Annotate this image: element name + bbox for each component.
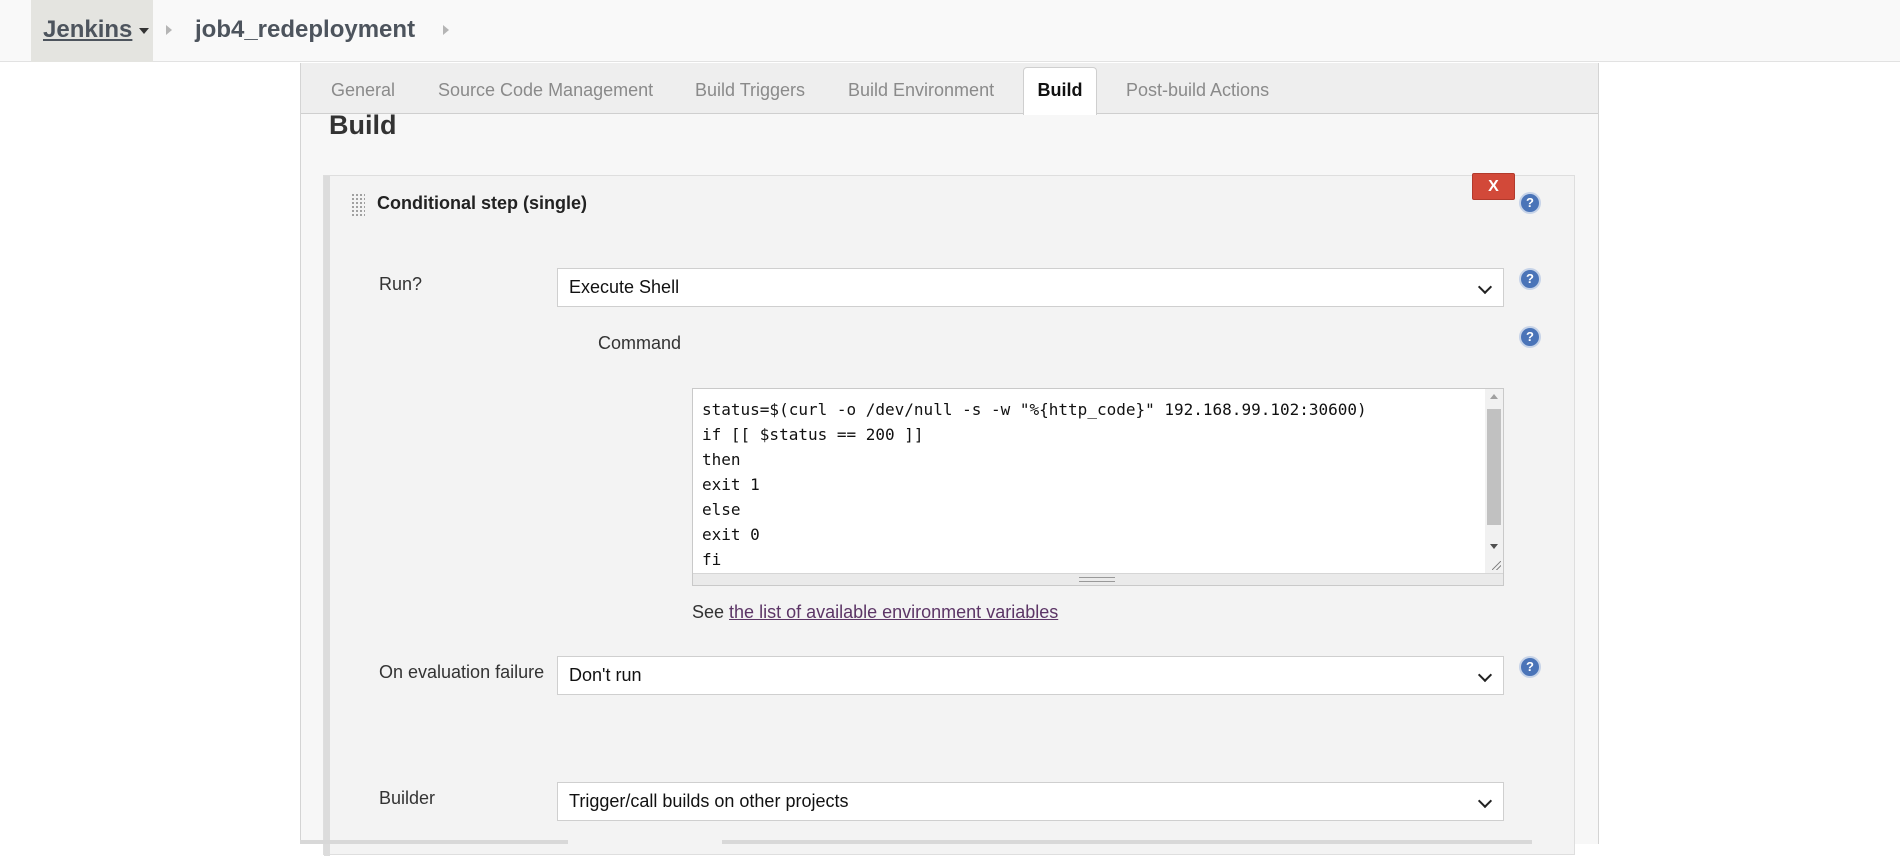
- breadcrumb: Jenkins job4_redeployment: [0, 0, 1900, 62]
- command-line: exit 0: [702, 525, 760, 544]
- command-line: else: [702, 500, 741, 519]
- help-icon[interactable]: ?: [1519, 192, 1541, 214]
- run-select-value: Execute Shell: [569, 277, 680, 297]
- command-line: exit 1: [702, 475, 760, 494]
- env-vars-prefix: See: [692, 602, 725, 622]
- scroll-down-icon[interactable]: [1490, 544, 1498, 549]
- next-section-edge: [722, 840, 1532, 844]
- command-textarea[interactable]: status=$(curl -o /dev/null -s -w "%{http…: [692, 388, 1504, 586]
- tab-build[interactable]: Build: [1023, 67, 1097, 115]
- on-failure-select-value: Don't run: [569, 665, 642, 685]
- env-vars-link[interactable]: the list of available environment variab…: [729, 602, 1058, 622]
- help-icon[interactable]: ?: [1519, 326, 1541, 348]
- chevron-down-icon: [1477, 667, 1493, 683]
- on-failure-select[interactable]: Don't run: [557, 656, 1504, 695]
- tab-build-triggers[interactable]: Build Triggers: [695, 80, 805, 101]
- command-label: Command: [598, 333, 682, 353]
- config-panel: General Source Code Management Build Tri…: [300, 63, 1599, 856]
- tab-post-build-actions[interactable]: Post-build Actions: [1126, 80, 1269, 101]
- builder-label: Builder: [379, 788, 436, 808]
- tab-general[interactable]: General: [331, 80, 395, 101]
- builder-select[interactable]: Trigger/call builds on other projects: [557, 782, 1504, 821]
- conditional-step: Conditional step (single) X ? Run? Execu…: [323, 173, 1575, 856]
- chevron-down-icon: [1477, 793, 1493, 809]
- grip-icon[interactable]: [1079, 577, 1115, 582]
- breadcrumb-arrow-icon[interactable]: [443, 25, 449, 35]
- scrollbar-thumb[interactable]: [1487, 409, 1501, 525]
- command-line: fi: [702, 550, 722, 569]
- breadcrumb-job[interactable]: job4_redeployment: [195, 16, 415, 44]
- breadcrumb-arrow-icon: [166, 25, 172, 35]
- step-side-bar: [324, 176, 330, 856]
- drag-handle-icon[interactable]: [351, 193, 365, 217]
- command-line: if [[ $status == 200 ]]: [702, 425, 924, 444]
- section-title: Build: [329, 110, 397, 140]
- scroll-up-icon[interactable]: [1490, 394, 1498, 399]
- command-line: status=$(curl -o /dev/null -s -w "%{http…: [702, 400, 1367, 419]
- help-icon[interactable]: ?: [1519, 656, 1541, 678]
- next-section-edge: [300, 840, 568, 844]
- breadcrumb-jenkins-label[interactable]: Jenkins: [43, 16, 132, 44]
- config-tabbar: General Source Code Management Build Tri…: [301, 63, 1598, 115]
- resize-icon[interactable]: [1492, 561, 1501, 570]
- chevron-down-icon[interactable]: [139, 28, 149, 34]
- chevron-down-icon: [1477, 279, 1493, 295]
- run-select[interactable]: Execute Shell: [557, 268, 1504, 307]
- command-line: then: [702, 450, 741, 469]
- on-failure-label: On evaluation failure: [379, 662, 545, 682]
- run-label: Run?: [379, 274, 423, 294]
- tab-source-code-management[interactable]: Source Code Management: [438, 80, 653, 101]
- delete-step-button[interactable]: X: [1472, 173, 1515, 200]
- tab-build-environment[interactable]: Build Environment: [848, 80, 994, 101]
- command-scrollbar[interactable]: [1485, 389, 1503, 574]
- builder-select-value: Trigger/call builds on other projects: [569, 791, 849, 811]
- env-vars-note: See the list of available environment va…: [692, 602, 1058, 623]
- breadcrumb-jenkins[interactable]: Jenkins: [31, 0, 153, 62]
- step-title: Conditional step (single): [377, 193, 587, 213]
- help-icon[interactable]: ?: [1519, 268, 1541, 290]
- textarea-resize-grip[interactable]: [693, 573, 1503, 585]
